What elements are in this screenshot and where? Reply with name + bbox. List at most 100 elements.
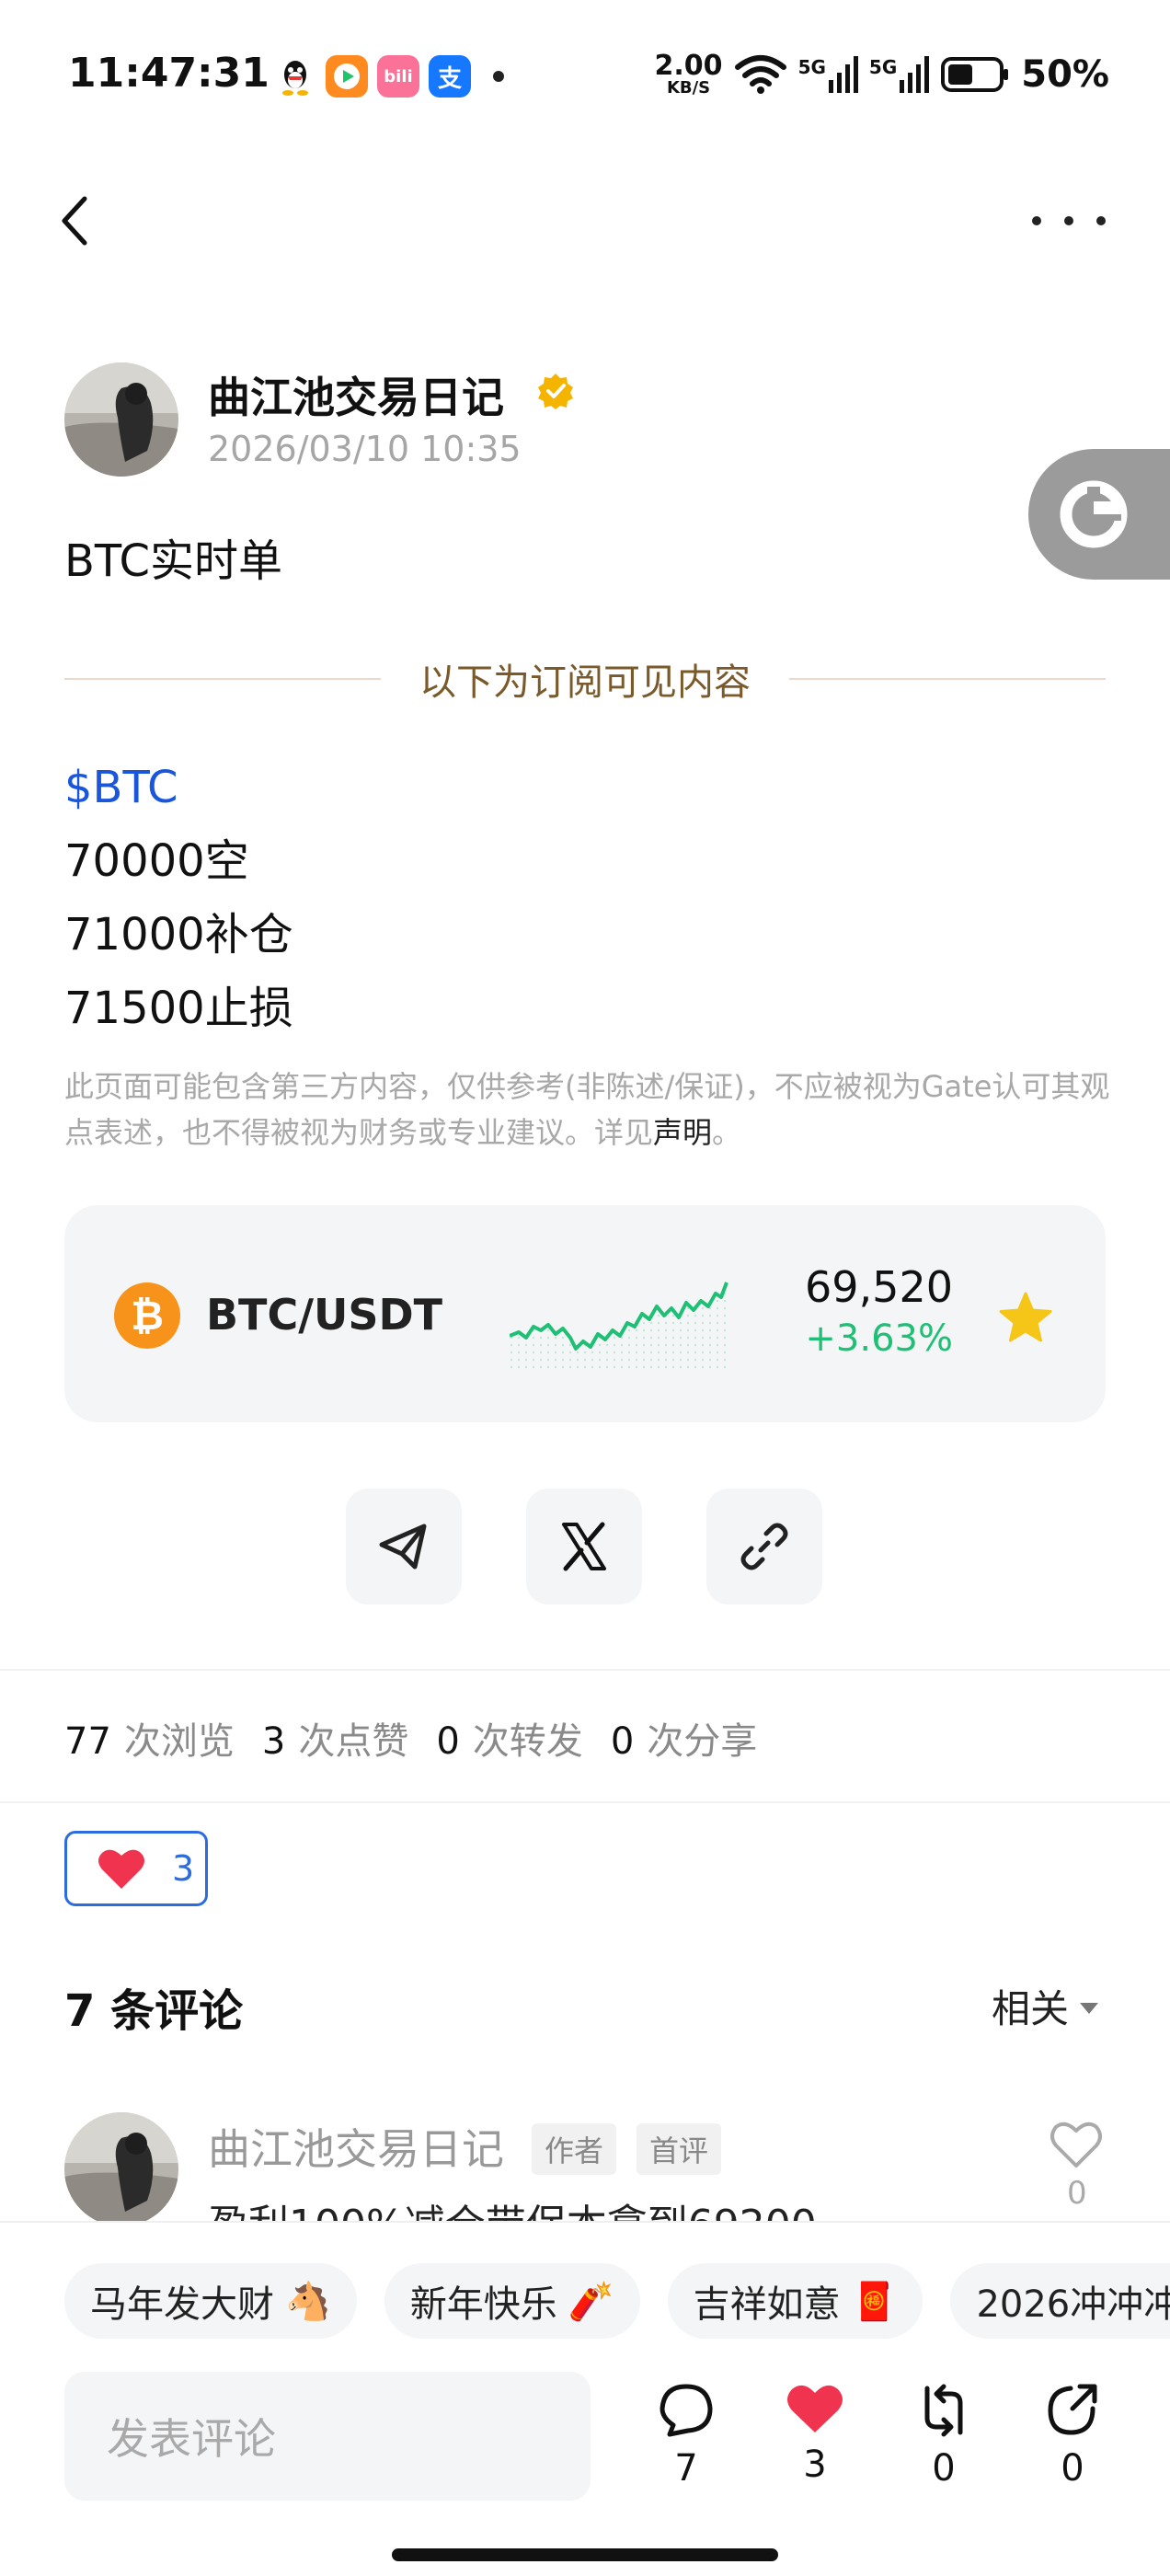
bilibili-app-icon: bili: [377, 55, 419, 98]
signal-bars-icon: [828, 56, 858, 93]
favorite-star-icon[interactable]: [997, 1290, 1054, 1347]
author-tag: 作者: [532, 2123, 617, 2175]
price-sparkline: [510, 1282, 728, 1371]
quick-reply-chip[interactable]: 马年发大财 🐴: [64, 2263, 357, 2339]
disclaimer: 此页面可能包含第三方内容，仅供参考(非陈述/保证)，不应被视为Gate认可其观点…: [64, 1064, 1113, 1156]
content-line: 71000补仓: [64, 909, 293, 960]
home-indicator[interactable]: [392, 2548, 778, 2561]
signal-5g-2: 5G: [869, 56, 930, 93]
alipay-app-icon: 支: [429, 55, 471, 98]
post-timestamp: 2026/03/10 10:35: [208, 429, 522, 469]
comment-item: 曲江池交易日记 作者 首评 盈利100%减仓带保本拿到69200 0: [0, 2107, 1170, 2221]
section-divider: [0, 1669, 1170, 1671]
notification-icons: bili 支: [274, 53, 504, 99]
likes-label: 次点赞: [298, 1720, 409, 1763]
chevron-left-icon: [62, 196, 87, 246]
more-notifications-dot: [493, 71, 504, 82]
more-dot: [1096, 216, 1106, 225]
comment-text: 盈利100%减仓带保本拿到69200: [208, 2191, 817, 2221]
comment-author[interactable]: 曲江池交易日记: [208, 2116, 504, 2177]
comment-sort-dropdown[interactable]: 相关: [992, 1978, 1098, 2034]
post-title: BTC实时单: [64, 535, 282, 587]
repost-icon: [924, 2384, 963, 2437]
divider-line: [789, 678, 1106, 680]
qq-app-icon: [274, 55, 316, 98]
heart-icon: [98, 1849, 144, 1889]
disclaimer-end: 。: [712, 1115, 742, 1150]
repost-action[interactable]: 0: [898, 2381, 990, 2501]
section-divider: [0, 1801, 1170, 1803]
ticker-tag-link[interactable]: $BTC: [64, 751, 293, 824]
comments-action[interactable]: 7: [640, 2381, 732, 2501]
quick-reply-chips: 马年发大财 🐴 新年快乐 🧨 吉祥如意 🧧 2026冲冲冲: [64, 2263, 1170, 2339]
comment-like-heart-icon[interactable]: [1049, 2118, 1104, 2169]
refresh-progress-icon: [1060, 480, 1128, 548]
repost-action-count: 0: [932, 2447, 956, 2490]
video-app-icon: [326, 55, 368, 98]
quick-reply-chip[interactable]: 新年快乐 🧨: [384, 2263, 640, 2339]
comments-title: 7 条评论: [64, 1985, 244, 2037]
comments-action-count: 7: [674, 2447, 698, 2490]
share-x-button[interactable]: [526, 1489, 642, 1604]
quick-reply-chip[interactable]: 2026冲冲冲: [950, 2263, 1170, 2339]
bottom-bar: 马年发大财 🐴 新年快乐 🧨 吉祥如意 🧧 2026冲冲冲 发表评论 7 3 0…: [0, 2221, 1170, 2576]
shares-label: 次分享: [647, 1720, 758, 1763]
red-envelope-emoji-icon: 🧧: [851, 2280, 898, 2323]
telegram-icon: [379, 1524, 427, 1570]
disclaimer-text: 此页面可能包含第三方内容，仅供参考(非陈述/保证)，不应被视为Gate认可其观点…: [64, 1069, 1110, 1150]
first-comment-tag: 首评: [637, 2123, 722, 2175]
author-avatar[interactable]: [64, 362, 178, 477]
comment-bubble-icon: [660, 2384, 713, 2437]
heart-filled-icon: [787, 2385, 843, 2432]
link-icon: [740, 1523, 788, 1570]
share-action-count: 0: [1061, 2447, 1084, 2490]
content-line: 70000空: [64, 835, 249, 887]
chevron-down-icon: [1080, 2002, 1098, 2014]
bitcoin-icon: ₿: [114, 1282, 180, 1349]
like-action[interactable]: 3: [769, 2381, 861, 2501]
subscription-divider: 以下为订阅可见内容: [64, 651, 1106, 707]
signal-bars-icon: [900, 56, 930, 93]
battery-percent: 50%: [1021, 53, 1109, 96]
verified-badge-icon: [538, 374, 573, 409]
sort-label: 相关: [991, 1986, 1069, 2031]
floating-action-button[interactable]: [1028, 449, 1170, 580]
heart-reaction-chip[interactable]: 3: [64, 1831, 208, 1906]
more-options-button[interactable]: [1032, 193, 1106, 248]
post-content: $BTC 70000空 71000补仓 71500止损: [64, 751, 293, 1045]
network-speed: 2.00 KB/S: [654, 50, 723, 98]
comment-avatar[interactable]: [64, 2112, 178, 2221]
views-count: 77: [64, 1720, 111, 1763]
quick-reply-chip[interactable]: 吉祥如意 🧧: [667, 2263, 923, 2339]
disclaimer-statement-link[interactable]: 声明: [653, 1115, 712, 1150]
ticker-card[interactable]: ₿ BTC/USDT 69,520 +3.63%: [64, 1205, 1106, 1422]
share-action[interactable]: 0: [1027, 2381, 1118, 2501]
comment-input[interactable]: 发表评论: [64, 2372, 591, 2501]
status-indicators: 2.00 KB/S 5G 5G 50%: [655, 50, 1109, 99]
copy-link-button[interactable]: [706, 1489, 822, 1604]
x-icon: [562, 1522, 606, 1571]
share-arrow-icon: [1048, 2384, 1097, 2435]
comment-like-count: 0: [1067, 2175, 1087, 2212]
likes-count: 3: [261, 1720, 286, 1763]
status-time: 11:47:31: [68, 50, 270, 97]
reposts-label: 次转发: [472, 1720, 583, 1763]
more-dot: [1064, 216, 1073, 225]
battery-icon: [941, 57, 1009, 92]
like-action-count: 3: [803, 2444, 827, 2486]
back-button[interactable]: [55, 184, 110, 258]
trading-pair: BTC/USDT: [206, 1290, 443, 1340]
post-stats: 77 次浏览 3 次点赞 0 次转发 0 次分享: [64, 1711, 785, 1765]
reaction-count: 3: [172, 1848, 195, 1889]
content-line: 71500止损: [64, 983, 293, 1034]
status-bar: 11:47:31 bili 支 2.00 KB/S 5G 5G 50%: [0, 0, 1170, 147]
horse-emoji-icon: 🐴: [285, 2280, 331, 2323]
reposts-count: 0: [436, 1720, 460, 1763]
signal-5g-1: 5G: [798, 56, 858, 93]
ticker-change: +3.63%: [805, 1317, 953, 1360]
share-telegram-button[interactable]: [346, 1489, 462, 1604]
author-name[interactable]: 曲江池交易日记: [208, 364, 504, 425]
divider-line: [64, 678, 381, 680]
views-label: 次浏览: [123, 1720, 235, 1763]
ticker-price: 69,520: [805, 1262, 953, 1312]
